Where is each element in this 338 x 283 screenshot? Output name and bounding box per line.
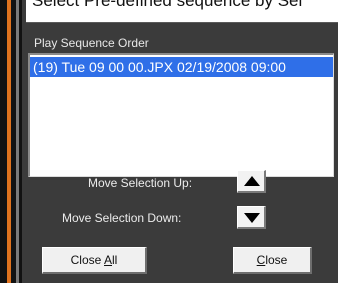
window-accent-stripe [7, 0, 11, 283]
dialog-panel: Select Pre-defined sequence by Sel Play … [0, 0, 338, 283]
play-sequence-listbox[interactable]: (19) Tue 09 00 00.JPX 02/19/2008 09:00 [28, 53, 334, 177]
play-sequence-order-label: Play Sequence Order [34, 36, 149, 50]
triangle-up-icon [244, 176, 260, 186]
move-down-button[interactable] [237, 206, 266, 229]
sequence-select-field[interactable]: Select Pre-defined sequence by Sel [26, 0, 338, 23]
triangle-down-icon [244, 213, 260, 223]
move-selection-up-label: Move Selection Up: [88, 176, 193, 190]
close-all-label-prefix: Close [70, 253, 104, 267]
close-label-suffix: lose [265, 253, 288, 267]
close-all-label-suffix: ll [112, 253, 118, 267]
close-button[interactable]: Close [233, 247, 312, 274]
list-item[interactable]: (19) Tue 09 00 00.JPX 02/19/2008 09:00 [30, 57, 333, 77]
move-up-button[interactable] [237, 170, 266, 193]
close-all-button[interactable]: Close All [42, 247, 147, 274]
window-border-line [16, 0, 19, 283]
sequence-select-text: Select Pre-defined sequence by Sel [32, 0, 303, 10]
close-all-mnemonic: A [104, 253, 113, 267]
move-selection-down-label: Move Selection Down: [62, 211, 182, 225]
